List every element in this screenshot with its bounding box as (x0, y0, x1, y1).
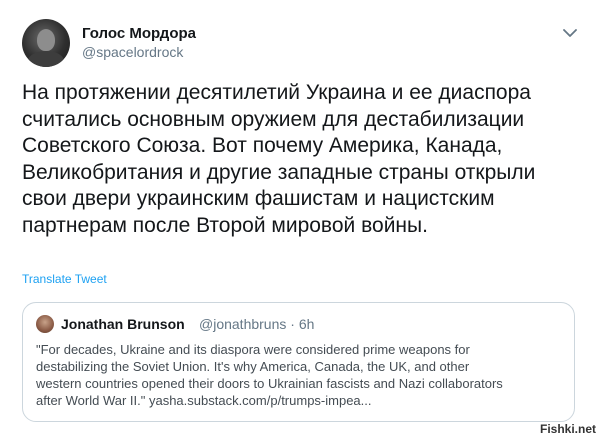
author-handle[interactable]: @spacelordrock (82, 44, 183, 60)
quoted-author-name: Jonathan Brunson (61, 316, 185, 332)
quoted-tweet[interactable]: Jonathan Brunson @jonathbruns · 6h "For … (22, 302, 575, 422)
site-watermark: Fishki.net (540, 422, 597, 436)
author-avatar[interactable] (22, 19, 70, 67)
author-display-name[interactable]: Голос Мордора (82, 25, 196, 42)
quoted-author-avatar (36, 315, 54, 333)
quoted-tweet-text: "For decades, Ukraine and its diaspora w… (36, 342, 503, 408)
avatar-shoulders (28, 51, 64, 67)
quoted-author-handle-time: @jonathbruns · 6h (199, 316, 315, 332)
avatar-face (37, 29, 55, 51)
chevron-down-icon[interactable] (563, 28, 577, 38)
tweet-card: Голос Мордора @spacelordrock На протяжен… (0, 0, 600, 440)
translate-tweet-link[interactable]: Translate Tweet (22, 272, 107, 286)
tweet-text: На протяжении десятилетий Украина и ее д… (22, 81, 536, 237)
